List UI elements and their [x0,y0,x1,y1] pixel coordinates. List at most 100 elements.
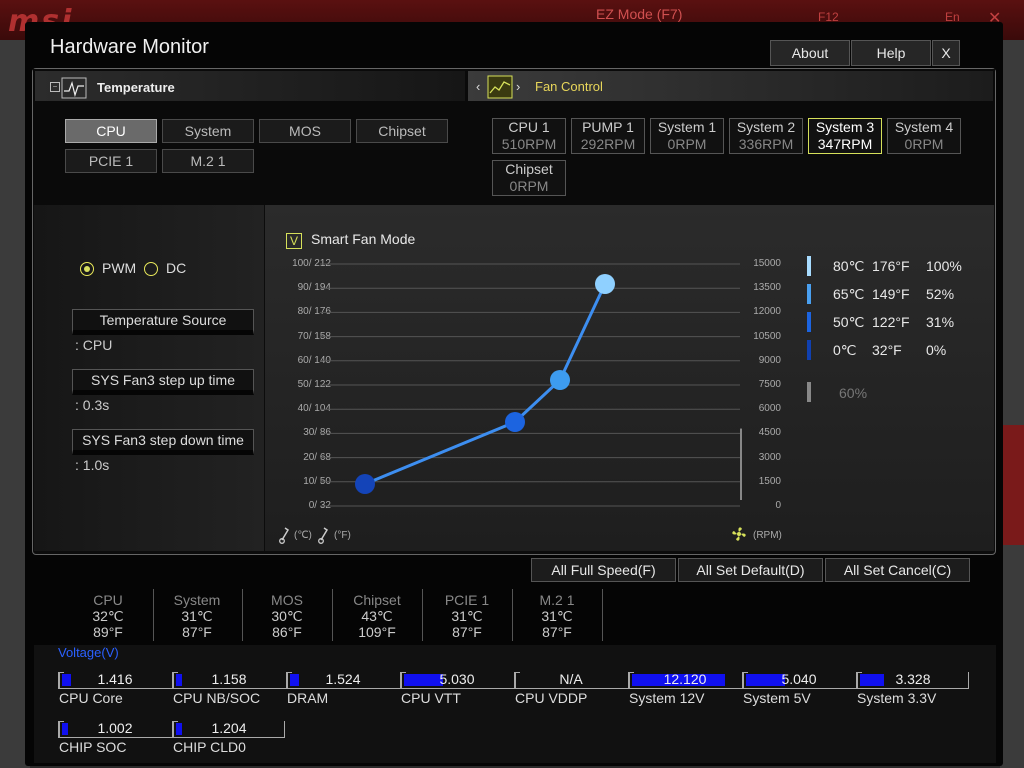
voltage-gauge: 5.040 [742,671,855,689]
fan-cpu1[interactable]: CPU 1 510RPM [492,118,566,154]
fan-curve-chart[interactable] [260,250,760,520]
temp-summary-f: 86°F [272,624,302,640]
voltage-gauge: 12.120 [628,671,741,689]
temp-summary-divider [602,589,603,641]
pwm-radio[interactable] [80,262,94,276]
legend-f: 32°F [872,342,902,358]
temp-source-system[interactable]: System [162,119,254,143]
fan-curve-point[interactable] [355,474,375,494]
temperature-source-value: : CPU [75,337,113,353]
chevron-left-icon[interactable]: ‹ [476,79,480,94]
voltage-name: CPU NB/SOC [173,690,261,706]
fan-name: CPU 1 [508,119,550,135]
voltage-value: 1.416 [97,671,133,687]
legend-color-bar [807,284,811,304]
temp-summary-item: PCIE 1 31℃ 87°F [422,592,512,640]
temp-source-chipset[interactable]: Chipset [356,119,448,143]
smart-fan-checkbox[interactable]: V [286,233,302,249]
legend-p: 31% [926,314,955,330]
voltage-value: 1.524 [325,671,361,687]
temp-source-pcie1[interactable]: PCIE 1 [65,149,157,173]
step-down-time-button[interactable]: SYS Fan3 step down time [72,429,254,455]
voltage-name: CPU Core [59,690,123,706]
temp-summary-c: 31℃ [451,608,483,624]
fan-rpm: 0RPM [509,178,549,194]
fan-system2[interactable]: System 2 336RPM [729,118,803,154]
voltage-name: System 12V [629,690,705,706]
fan-rpm: 0RPM [667,136,707,152]
all-set-cancel-button[interactable]: All Set Cancel(C) [825,558,970,582]
temp-source-m2-1[interactable]: M.2 1 [162,149,254,173]
chevron-right-icon[interactable]: › [516,79,520,94]
bios-background-accent [1003,425,1024,545]
voltage-baseline [58,688,968,689]
fan-chipset[interactable]: Chipset 0RPM [492,160,566,196]
voltage-name: CPU VTT [401,690,461,706]
fan-name: Chipset [505,161,553,177]
dc-radio[interactable] [144,262,158,276]
fan-system4[interactable]: System 4 0RPM [887,118,961,154]
voltage-name: System 5V [743,690,811,706]
temp-summary-name: M.2 1 [539,592,575,608]
temperature-graph-icon [61,77,87,99]
fan-system1[interactable]: System 1 0RPM [650,118,724,154]
fan-curve-point[interactable] [505,412,525,432]
voltage-gauge: 5.030 [400,671,513,689]
legend-c: 80℃ [833,258,865,274]
fan-curve-point[interactable] [595,274,615,294]
help-button[interactable]: Help [851,40,931,66]
step-up-time-button[interactable]: SYS Fan3 step up time [72,369,254,395]
all-set-default-button[interactable]: All Set Default(D) [678,558,823,582]
voltage-gauge: 1.204 [172,720,285,738]
voltage-gauge: 1.158 [172,671,285,689]
step-up-time-value: : 0.3s [75,397,110,413]
voltage-gauge: 1.524 [286,671,399,689]
temp-summary-item: Chipset 43℃ 109°F [332,592,422,640]
temp-summary-f: 109°F [358,624,396,640]
ez-mode-button[interactable]: EZ Mode (F7) [596,6,682,22]
dc-label: DC [166,260,187,276]
temp-summary-item: MOS 30℃ 86°F [242,592,332,640]
legend-c: 0℃ [833,342,857,358]
smart-fan-label: Smart Fan Mode [311,231,416,247]
collapse-icon[interactable]: − [50,82,60,92]
temp-source-cpu[interactable]: CPU [65,119,157,143]
thermometer-f-icon [318,527,329,544]
close-button[interactable]: X [932,40,960,66]
legend-f: 122°F [872,314,910,330]
about-button[interactable]: About [770,40,850,66]
temp-summary-f: 87°F [542,624,572,640]
voltage-end-tick [284,721,285,738]
voltage-gauge: 1.416 [58,671,171,689]
fan-control-section-label: Fan Control [535,79,603,94]
dialog-title: Hardware Monitor [50,36,209,58]
temperature-source-button[interactable]: Temperature Source [72,309,254,335]
temp-source-mos[interactable]: MOS [259,119,351,143]
temp-summary-f: 87°F [452,624,482,640]
bios-background-right [1000,40,1024,768]
x-unit-celsius: (℃) [294,530,312,541]
legend-p: 100% [926,258,962,274]
voltage-value: 1.002 [97,720,133,736]
fan-name: System 1 [657,119,717,135]
temp-summary-item: M.2 1 31℃ 87°F [512,592,602,640]
fan-pump1[interactable]: PUMP 1 292RPM [571,118,645,154]
temperature-section-label: Temperature [97,80,175,95]
voltage-value: 5.030 [439,671,475,687]
temp-summary-name: CPU [93,592,123,608]
fan-rpm: 510RPM [501,136,557,152]
fan-rpm: 347RPM [817,136,873,152]
fan-name: System 3 [815,119,875,135]
voltage-value: 1.158 [211,671,247,687]
voltage-value: 5.040 [781,671,817,687]
fan-name: System 2 [736,119,796,135]
voltage-baseline [58,737,284,738]
legend-p: 0% [926,342,947,358]
all-full-speed-button[interactable]: All Full Speed(F) [531,558,676,582]
fan-system3[interactable]: System 3 347RPM [808,118,882,154]
voltage-gauge: N/A [514,671,627,689]
legend-color-bar [807,256,811,276]
fan-rpm: 336RPM [738,136,794,152]
fan-curve-point[interactable] [550,370,570,390]
temp-summary-c: 32℃ [92,608,124,624]
